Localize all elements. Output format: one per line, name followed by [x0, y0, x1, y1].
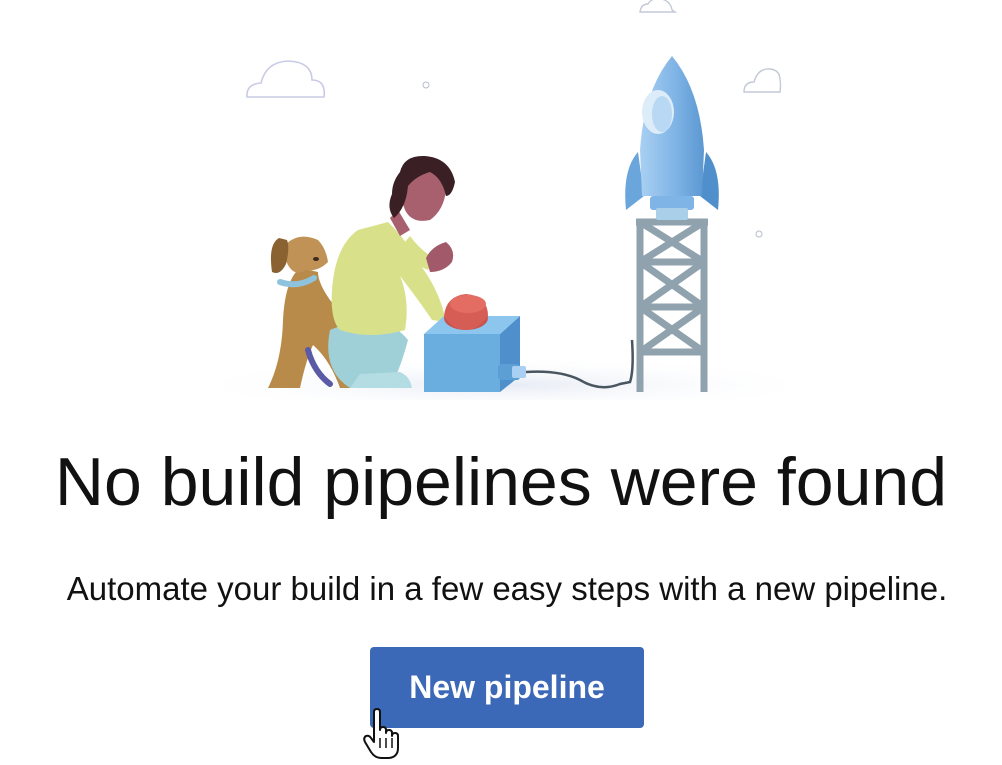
empty-state-description: Automate your build in a few easy steps … [66, 570, 948, 607]
star-dot [422, 81, 430, 89]
empty-state-illustration [175, 0, 835, 400]
new-pipeline-button[interactable]: New pipeline [370, 647, 644, 728]
empty-state-page: No build pipelines were found Automate y… [0, 0, 1002, 765]
star-dot [755, 230, 763, 238]
cloud-icon [639, 0, 678, 13]
page-title: No build pipelines were found [54, 444, 948, 520]
rocket-figure [625, 56, 719, 220]
cloud-icon [743, 68, 782, 93]
cloud-icon [246, 60, 326, 98]
